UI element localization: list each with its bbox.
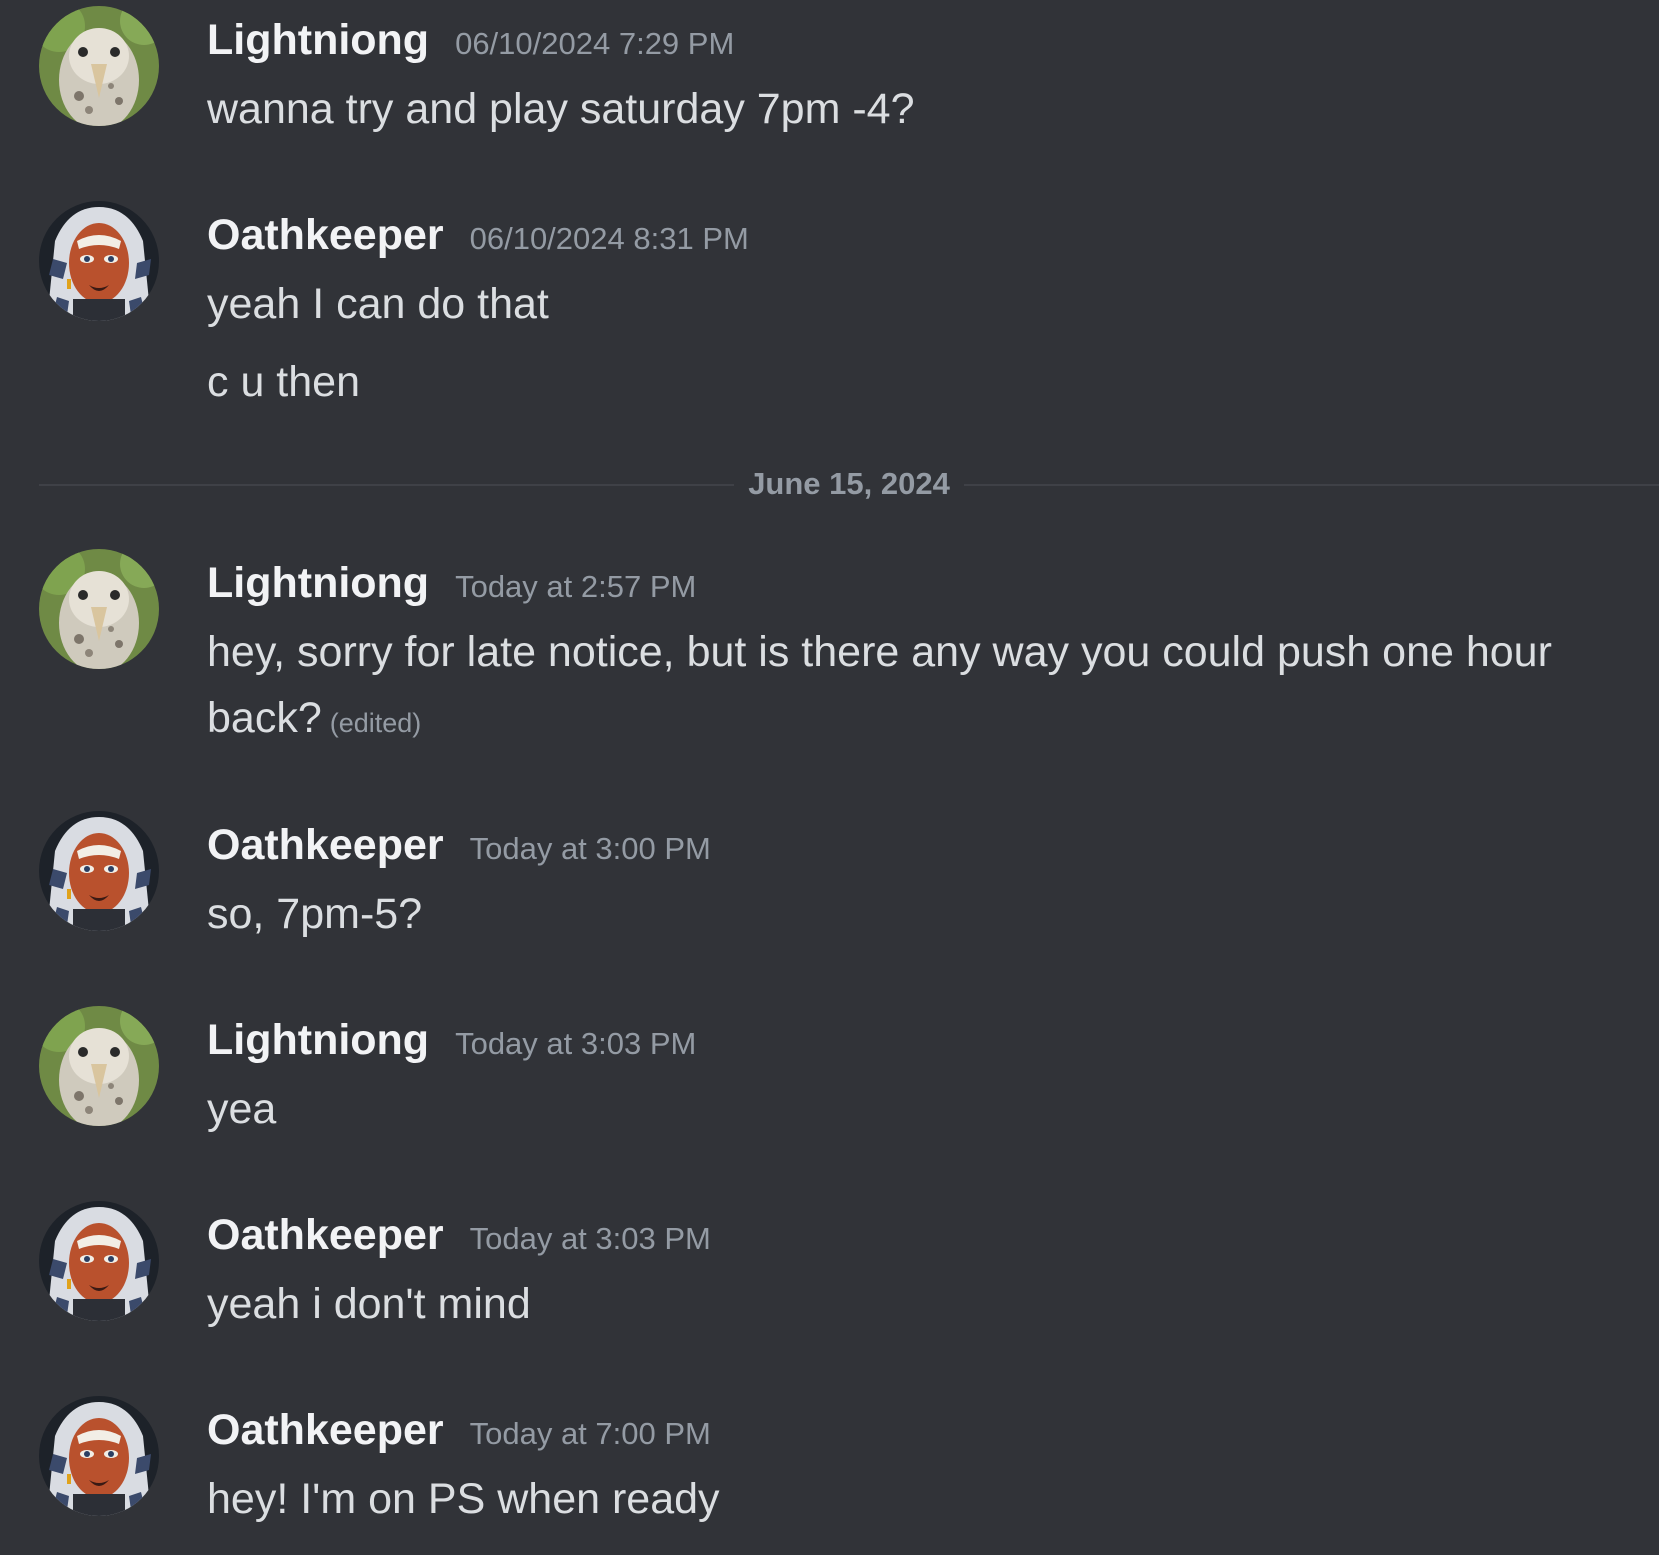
divider-rule xyxy=(39,484,735,486)
username[interactable]: Lightniong xyxy=(207,12,429,68)
username[interactable]: Oathkeeper xyxy=(207,207,444,263)
message-content: Lightniong Today at 3:03 PM yea xyxy=(207,1012,1643,1142)
avatar[interactable] xyxy=(39,549,159,669)
timestamp: Today at 7:00 PM xyxy=(469,1416,711,1451)
username[interactable]: Oathkeeper xyxy=(207,1207,444,1263)
message-text: yeah I can do that xyxy=(207,280,549,328)
message-content: Oathkeeper Today at 7:00 PM hey! I'm on … xyxy=(207,1402,1643,1532)
avatar[interactable] xyxy=(39,1396,159,1516)
username[interactable]: Lightniong xyxy=(207,555,429,611)
message-content: Oathkeeper Today at 3:00 PM so, 7pm-5? xyxy=(207,817,1643,947)
avatar[interactable] xyxy=(39,6,159,126)
message-text: c u then xyxy=(207,358,360,406)
timestamp: Today at 3:03 PM xyxy=(455,1026,697,1061)
message-text: wanna try and play saturday 7pm -4? xyxy=(207,85,915,133)
message-text: hey, sorry for late notice, but is there… xyxy=(207,628,1552,676)
chat-log: Lightniong 06/10/2024 7:29 PM wanna try … xyxy=(0,0,1659,1555)
username[interactable]: Oathkeeper xyxy=(207,817,444,873)
username[interactable]: Lightniong xyxy=(207,1012,429,1068)
timestamp: Today at 2:57 PM xyxy=(455,569,697,604)
divider-rule xyxy=(963,484,1659,486)
message-text: yeah i don't mind xyxy=(207,1280,531,1328)
message-header: Oathkeeper Today at 3:03 PM xyxy=(207,1207,1643,1263)
avatar[interactable] xyxy=(39,201,159,321)
edited-tag: (edited) xyxy=(329,708,422,738)
message-header: Oathkeeper Today at 3:00 PM xyxy=(207,817,1643,873)
message-text: so, 7pm-5? xyxy=(207,890,423,938)
avatar[interactable] xyxy=(39,1201,159,1321)
message-header: Lightniong Today at 2:57 PM xyxy=(207,555,1643,611)
message-header: Lightniong 06/10/2024 7:29 PM xyxy=(207,12,1643,68)
timestamp: 06/10/2024 7:29 PM xyxy=(455,26,735,61)
message-content: Oathkeeper 06/10/2024 8:31 PM yeah I can… xyxy=(207,207,1643,415)
message-header: Oathkeeper 06/10/2024 8:31 PM xyxy=(207,207,1643,263)
message-text: yea xyxy=(207,1085,277,1133)
avatar[interactable] xyxy=(39,811,159,931)
message-text-continued: back? (edited) xyxy=(207,685,1643,756)
message-text: hey! I'm on PS when ready xyxy=(207,1475,720,1523)
username[interactable]: Oathkeeper xyxy=(207,1402,444,1458)
timestamp: 06/10/2024 8:31 PM xyxy=(469,221,749,256)
avatar[interactable] xyxy=(39,1006,159,1126)
divider-date: June 15, 2024 xyxy=(734,464,964,504)
message-header: Oathkeeper Today at 7:00 PM xyxy=(207,1402,1643,1458)
message-text: back? xyxy=(207,694,322,742)
message-header: Lightniong Today at 3:03 PM xyxy=(207,1012,1643,1068)
timestamp: Today at 3:00 PM xyxy=(469,831,711,866)
message-content: Lightniong Today at 2:57 PM hey, sorry f… xyxy=(207,555,1643,756)
timestamp: Today at 3:03 PM xyxy=(469,1221,711,1256)
date-divider: June 15, 2024 xyxy=(39,464,1659,504)
message-content: Oathkeeper Today at 3:03 PM yeah i don't… xyxy=(207,1207,1643,1337)
message-content: Lightniong 06/10/2024 7:29 PM wanna try … xyxy=(207,12,1643,142)
